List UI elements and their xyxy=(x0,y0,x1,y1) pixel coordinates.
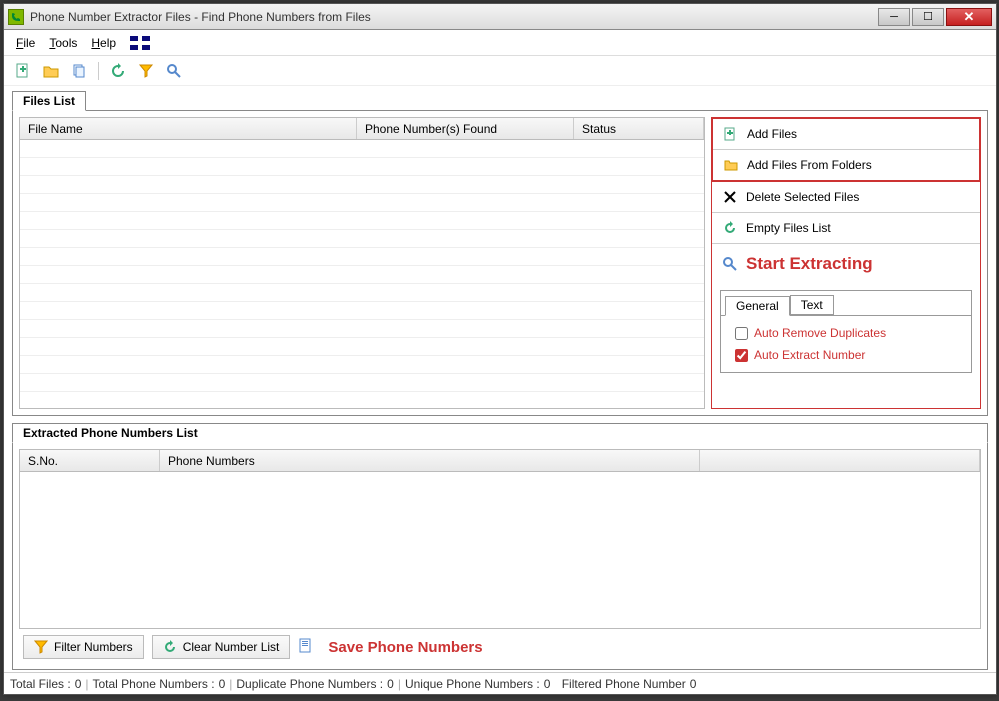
files-list-section: Files List File Name Phone Number(s) Fou… xyxy=(12,90,988,416)
titlebar[interactable]: Phone Number Extractor Files - Find Phon… xyxy=(4,4,996,30)
col-status[interactable]: Status xyxy=(574,118,704,139)
chk-auto-extract[interactable]: Auto Extract Number xyxy=(735,348,957,362)
delete-selected-label: Delete Selected Files xyxy=(746,190,859,204)
tab-general[interactable]: General xyxy=(725,296,790,316)
status-total-phone-val: 0 xyxy=(219,677,226,691)
filter-icon[interactable] xyxy=(137,62,155,80)
status-unique-lbl: Unique Phone Numbers : xyxy=(405,677,540,691)
app-window: Phone Number Extractor Files - Find Phon… xyxy=(3,3,997,695)
chk-auto-remove-dup-input[interactable] xyxy=(735,327,748,340)
save-icon[interactable] xyxy=(298,638,316,656)
status-dup-lbl: Duplicate Phone Numbers : xyxy=(236,677,383,691)
empty-list-button[interactable]: Empty Files List xyxy=(712,213,980,244)
col-sno[interactable]: S.No. xyxy=(20,450,160,471)
status-total-files-val: 0 xyxy=(75,677,82,691)
chk-auto-remove-dup-label: Auto Remove Duplicates xyxy=(754,326,886,340)
menu-file[interactable]: File xyxy=(16,36,35,50)
status-total-phone-lbl: Total Phone Numbers : xyxy=(93,677,215,691)
files-grid[interactable]: File Name Phone Number(s) Found Status xyxy=(19,117,705,409)
chk-auto-remove-dup[interactable]: Auto Remove Duplicates xyxy=(735,326,957,340)
statusbar: Total Files : 0 | Total Phone Numbers : … xyxy=(4,672,996,694)
file-plus-icon xyxy=(723,126,739,142)
col-phone-found[interactable]: Phone Number(s) Found xyxy=(357,118,574,139)
col-phone[interactable]: Phone Numbers xyxy=(160,450,700,471)
app-icon xyxy=(8,9,24,25)
funnel-icon xyxy=(34,640,48,654)
refresh-icon xyxy=(163,640,177,654)
close-icon xyxy=(722,189,738,205)
menu-tools[interactable]: Tools xyxy=(49,36,77,50)
minimize-button[interactable]: ─ xyxy=(878,8,910,26)
add-file-icon[interactable] xyxy=(14,62,32,80)
tab-files-list[interactable]: Files List xyxy=(12,91,86,111)
start-extracting-label: Start Extracting xyxy=(746,254,873,274)
save-numbers-button[interactable]: Save Phone Numbers xyxy=(328,639,482,656)
start-extracting-button[interactable]: Start Extracting xyxy=(712,244,980,284)
tab-extracted-list[interactable]: Extracted Phone Numbers List xyxy=(12,423,988,443)
flag-icon[interactable] xyxy=(130,36,150,50)
status-unique-val: 0 xyxy=(544,677,551,691)
status-filtered-val: 0 xyxy=(690,677,697,691)
magnify-icon xyxy=(722,256,738,272)
status-filtered-lbl: Filtered Phone Number xyxy=(562,677,686,691)
add-files-label: Add Files xyxy=(747,127,797,141)
add-files-button[interactable]: Add Files xyxy=(713,119,979,150)
clear-list-button[interactable]: Clear Number List xyxy=(152,635,291,659)
status-total-files-lbl: Total Files : xyxy=(10,677,71,691)
content-area: Files List File Name Phone Number(s) Fou… xyxy=(4,86,996,672)
chk-auto-extract-label: Auto Extract Number xyxy=(754,348,865,362)
close-button[interactable]: ✕ xyxy=(946,8,992,26)
delete-selected-button[interactable]: Delete Selected Files xyxy=(712,182,980,213)
clear-list-label: Clear Number List xyxy=(183,640,280,654)
extracted-grid[interactable]: S.No. Phone Numbers xyxy=(19,449,981,629)
col-empty[interactable] xyxy=(700,450,980,471)
filter-numbers-label: Filter Numbers xyxy=(54,640,133,654)
copy-icon[interactable] xyxy=(70,62,88,80)
add-folders-label: Add Files From Folders xyxy=(747,158,872,172)
add-folder-icon[interactable] xyxy=(42,62,60,80)
menu-help[interactable]: Help xyxy=(91,36,116,50)
maximize-button[interactable]: ☐ xyxy=(912,8,944,26)
toolbar-separator xyxy=(98,62,99,80)
window-title: Phone Number Extractor Files - Find Phon… xyxy=(30,10,878,24)
refresh-icon xyxy=(722,220,738,236)
actions-pane: Add Files Add Files From Folders Delete … xyxy=(711,117,981,409)
toolbar xyxy=(4,56,996,86)
refresh-icon[interactable] xyxy=(109,62,127,80)
files-grid-body xyxy=(20,140,704,392)
folder-icon xyxy=(723,157,739,173)
extracted-section: Extracted Phone Numbers List S.No. Phone… xyxy=(12,422,988,670)
tab-text[interactable]: Text xyxy=(790,295,834,315)
filter-numbers-button[interactable]: Filter Numbers xyxy=(23,635,144,659)
menubar: File Tools Help xyxy=(4,30,996,56)
chk-auto-extract-input[interactable] xyxy=(735,349,748,362)
search-icon[interactable] xyxy=(165,62,183,80)
col-file-name[interactable]: File Name xyxy=(20,118,357,139)
bottom-actions: Filter Numbers Clear Number List Save Ph… xyxy=(19,629,981,663)
add-folders-button[interactable]: Add Files From Folders xyxy=(713,150,979,180)
empty-list-label: Empty Files List xyxy=(746,221,831,235)
options-box: General Text Auto Remove Duplicates xyxy=(720,290,972,373)
status-dup-val: 0 xyxy=(387,677,394,691)
